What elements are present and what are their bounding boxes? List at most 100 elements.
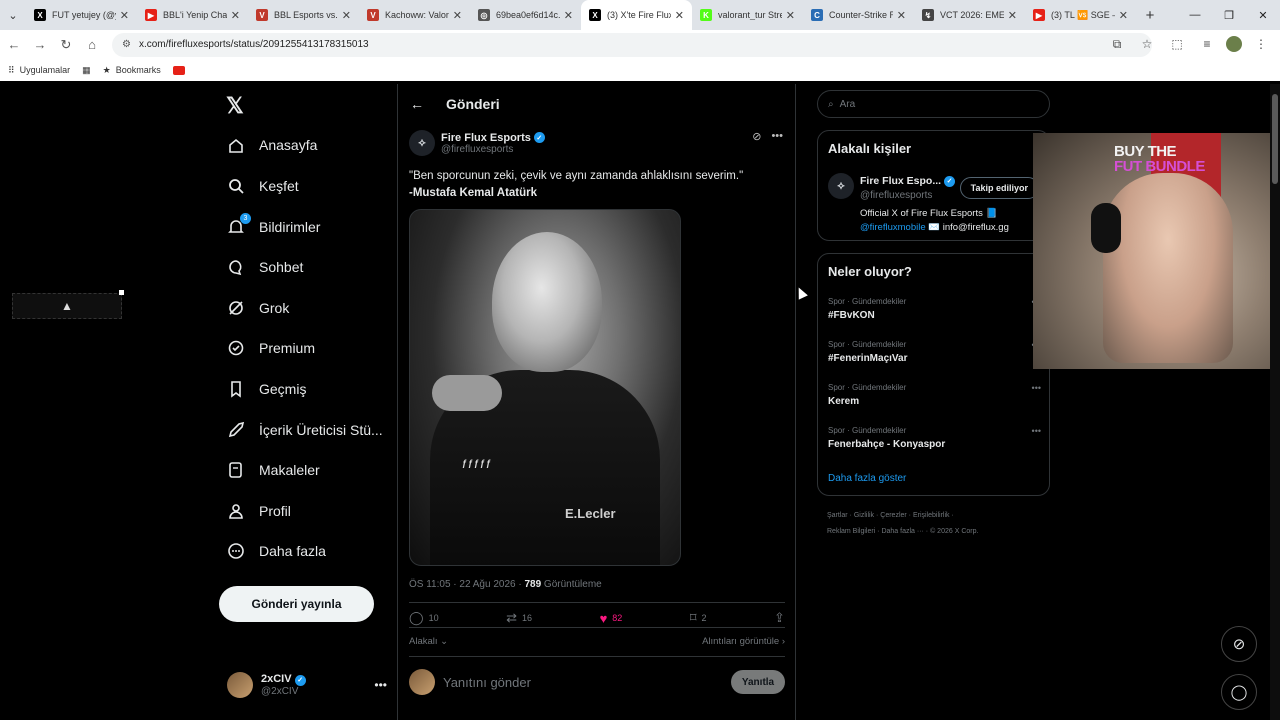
nav-item-article[interactable]: Makaleler [227, 456, 320, 484]
post-button[interactable]: Gönderi yayınla [219, 586, 374, 622]
tab-close-icon[interactable]: ✕ [453, 9, 462, 22]
view-quotes-link[interactable]: Alıntıları görüntüle › [702, 636, 785, 647]
browser-tab[interactable]: V BBL Esports vs. Fu ✕ [248, 0, 359, 30]
restore-icon[interactable]: ❐ [1212, 0, 1246, 30]
tab-list-button[interactable]: ⌄ [0, 0, 26, 30]
browser-tab[interactable]: X (3) X'te Fire Flux E ✕ [581, 0, 692, 30]
account-switcher[interactable]: 2xCIV ✓ @2xCIV ••• [227, 672, 387, 698]
following-button[interactable]: Takip ediliyor [959, 177, 1039, 199]
repost-action[interactable]: ⇄ 16 [506, 610, 532, 626]
browser-tab[interactable]: ↯ VCT 2026: EMEA ✕ [914, 0, 1025, 30]
star-icon[interactable]: ☆ [1136, 33, 1158, 55]
tab-close-icon[interactable]: ✕ [564, 9, 573, 22]
reload-icon[interactable]: ↻ [54, 33, 78, 57]
extensions-icon[interactable]: ⬚ [1166, 33, 1188, 55]
tab-favicon-icon: ▶ [145, 9, 157, 21]
trend-item[interactable]: Spor · Gündemdekiler Fenerbahçe - Konyasp… [828, 426, 1041, 450]
youtube-bookmark[interactable] [172, 65, 185, 75]
bookmarks-folder[interactable]: ★ Bookmarks [103, 65, 161, 76]
author-handle[interactable]: @firefluxesports [441, 144, 545, 155]
related-dropdown[interactable]: Alakalı ⌄ [409, 636, 448, 647]
tab-close-icon[interactable]: ✕ [786, 9, 795, 22]
related-avatar[interactable]: ⟡ [828, 173, 854, 199]
scrollbar-thumb[interactable] [1272, 94, 1278, 184]
post-more-icon[interactable]: ••• [771, 130, 783, 143]
post-meta: ÖS 11:05 · 22 Ağu 2026 · 789 Görüntüleme [409, 579, 602, 590]
tab-close-icon[interactable]: ✕ [231, 9, 240, 22]
tab-title: BBL Esports vs. Fu [274, 10, 338, 20]
footer-line[interactable]: Şartlar · Gizlilik · Çerezler · Erişileb… [827, 508, 1042, 524]
reply-button[interactable]: Yanıtla [731, 670, 785, 694]
tab-close-icon[interactable]: ✕ [1119, 9, 1128, 22]
search-input[interactable]: ⌕ Ara [817, 90, 1050, 118]
nav-item-person[interactable]: Profil [227, 497, 291, 525]
like-action[interactable]: ♥ 82 [600, 610, 623, 626]
install-app-icon[interactable]: ⧉ [1106, 33, 1128, 55]
profile-avatar[interactable] [1226, 36, 1242, 52]
nav-item-home[interactable]: Anasayfa [227, 131, 317, 159]
trend-more-icon[interactable]: ••• [1032, 383, 1041, 393]
grid-bookmark[interactable]: ▦ [82, 65, 91, 76]
browser-tab[interactable]: X FUT yetujey (@yet ✕ [26, 0, 137, 30]
bio-mention-link[interactable]: @firefluxmobile [860, 222, 926, 233]
media-icon[interactable]: ≡ [1196, 33, 1218, 55]
forward-nav-icon[interactable]: → [28, 33, 52, 57]
apps-bookmark[interactable]: ⠿ Uygulamalar [8, 65, 70, 76]
related-handle[interactable]: @firefluxesports [860, 190, 932, 201]
post-time[interactable]: ÖS 11:05 · 22 Ağu 2026 · [409, 579, 524, 590]
back-nav-icon[interactable]: ← [2, 33, 26, 57]
tab-close-icon[interactable]: ✕ [342, 9, 351, 22]
trend-item[interactable]: Spor · Gündemdekiler#FBvKON••• [828, 297, 1041, 321]
trend-more-icon[interactable]: ••• [1032, 426, 1041, 436]
search-icon: ⌕ [828, 98, 834, 110]
tab-close-icon[interactable]: ✕ [120, 9, 129, 22]
menu-icon[interactable]: ⋮ [1250, 33, 1272, 55]
close-window-icon[interactable]: ✕ [1246, 0, 1280, 30]
chat-fab-icon[interactable]: ◯ [1221, 674, 1257, 710]
tab-strip: X FUT yetujey (@yet ✕ ▶ BBL'i Yenip Cham ✕ V BB… [26, 0, 1136, 30]
nav-label: Keşfet [259, 178, 299, 194]
share-action[interactable]: ⇪ [774, 610, 785, 626]
nav-item-search[interactable]: Keşfet [227, 172, 299, 200]
tab-close-icon[interactable]: ✕ [1008, 9, 1017, 22]
post-image[interactable]: ƒƒƒƒƒ E.Lecler [409, 209, 681, 566]
address-bar[interactable]: ⚙ x.com/firefluxesports/status/209125541… [112, 32, 1152, 57]
browser-tab[interactable]: Kvalorant_tur Strea ✕ [692, 0, 803, 30]
minimize-icon[interactable]: — [1178, 0, 1212, 30]
new-tab-button[interactable]: + [1136, 7, 1164, 24]
page-scrollbar[interactable] [1270, 84, 1280, 720]
show-more-link[interactable]: Daha fazla göster [828, 473, 906, 484]
browser-tab[interactable]: ▶ (3) TL 🆚 SGE — ✕ [1025, 0, 1136, 30]
footer-line[interactable]: Reklam Bilgileri · Daha fazla ··· · © 20… [827, 524, 1042, 540]
trend-item[interactable]: Spor · Gündemdekiler#FenerinMaçıVar••• [828, 340, 1041, 364]
back-arrow-icon[interactable]: ← [410, 96, 424, 112]
reply-input[interactable]: Yanıtını gönder [443, 675, 731, 690]
nav-item-grok[interactable]: Grok [227, 294, 289, 322]
tab-close-icon[interactable]: ✕ [675, 9, 684, 22]
bookmark-action[interactable]: ⌑ 2 [690, 610, 707, 626]
tab-close-icon[interactable]: ✕ [897, 9, 906, 22]
post-author[interactable]: ⟡ Fire Flux Esports ✓ @firefluxesports [409, 130, 545, 156]
nav-item-more-circle[interactable]: Daha fazla [227, 537, 326, 565]
nav-item-bell[interactable]: 3 Bildirimler [227, 213, 320, 241]
stream-overlay-text: BUY THE FUT BUNDLE [1114, 144, 1205, 174]
browser-tab[interactable]: ◎ 69bea0ef6d14c.pn ✕ [470, 0, 581, 30]
nav-item-bookmark[interactable]: Geçmiş [227, 375, 306, 403]
browser-tab[interactable]: C Counter-Strike Ra ✕ [803, 0, 914, 30]
home-nav-icon[interactable]: ⌂ [80, 33, 104, 57]
nav-item-premium[interactable]: Premium [227, 334, 315, 362]
author-avatar[interactable]: ⟡ [409, 130, 435, 156]
site-info-icon[interactable]: ⚙ [122, 39, 131, 50]
more-dots-icon[interactable]: ••• [374, 678, 387, 692]
grok-fab-icon[interactable]: ⊘ [1221, 626, 1257, 662]
nav-item-rocket[interactable]: İçerik Üreticisi Stü... [227, 416, 383, 444]
x-logo-icon[interactable]: 𝕏 [226, 93, 244, 119]
related-name[interactable]: Fire Flux Espo... ✓ [860, 175, 956, 187]
reply-action[interactable]: ◯ 10 [409, 610, 439, 626]
browser-tab[interactable]: ▶ BBL'i Yenip Cham ✕ [137, 0, 248, 30]
browser-tab[interactable]: V Kachoww: Valorant ✕ [359, 0, 470, 30]
trend-item[interactable]: Spor · Gündemdekiler Kerem ••• [828, 383, 1041, 407]
nav-item-chat[interactable]: Sohbet [227, 253, 303, 281]
grok-icon[interactable]: ⊘ [752, 130, 761, 143]
author-name[interactable]: Fire Flux Esports ✓ [441, 132, 545, 144]
